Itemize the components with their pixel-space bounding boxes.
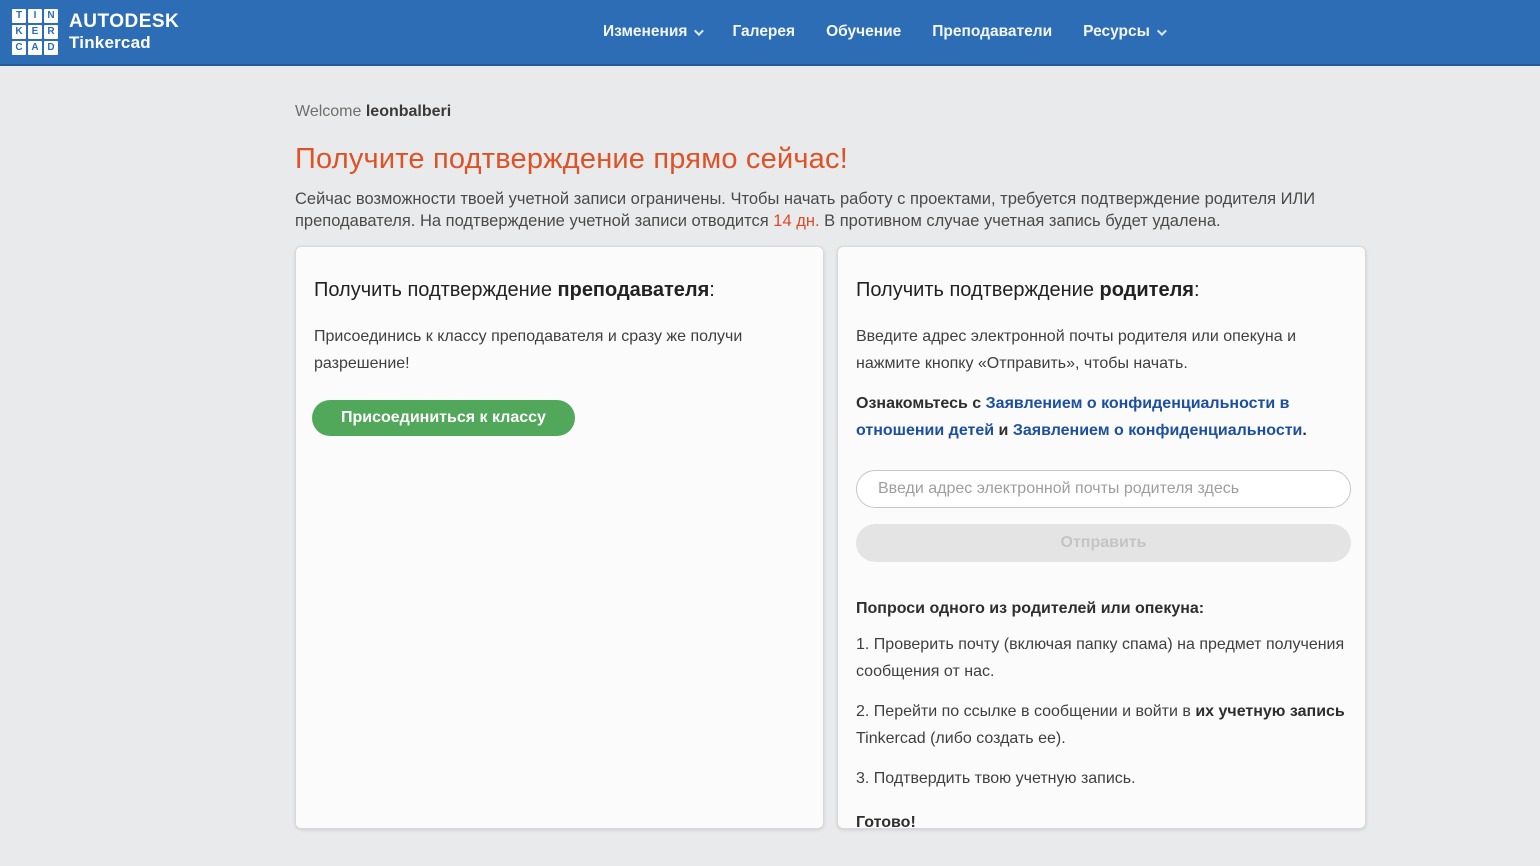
logo-tile: N bbox=[44, 9, 58, 23]
teacher-card-description: Присоединись к классу преподавателя и ср… bbox=[314, 323, 799, 377]
title-text: Получить подтверждение bbox=[314, 279, 558, 301]
logo-tile: T bbox=[12, 9, 26, 23]
page-content: Welcome leonbalberi Получите подтвержден… bbox=[0, 103, 1367, 829]
logo-tile: K bbox=[12, 25, 26, 39]
logo-tile: R bbox=[44, 25, 58, 39]
nav-item-label: Галерея bbox=[732, 23, 795, 41]
username: leonbalberi bbox=[366, 103, 451, 120]
parent-card-title: Получить подтверждение родителя: bbox=[856, 279, 1347, 302]
privacy-text: . bbox=[1302, 422, 1306, 439]
nav-item-label: Преподаватели bbox=[932, 23, 1052, 41]
step-bold-text: их учетную запись bbox=[1195, 703, 1344, 720]
logo-tile: E bbox=[28, 25, 42, 39]
nav-item-label: Обучение bbox=[826, 23, 901, 41]
intro-paragraph: Сейчас возможности твоей учетной записи … bbox=[295, 189, 1367, 232]
step-1: 1. Проверить почту (включая папку спама)… bbox=[856, 631, 1348, 685]
confirmation-cards: Получить подтверждение преподавателя: Пр… bbox=[295, 246, 1367, 829]
parent-card-description: Введите адрес электронной почты родителя… bbox=[856, 323, 1341, 377]
welcome-line: Welcome leonbalberi bbox=[295, 103, 1367, 121]
top-navbar: T I N K E R C A D AUTODESK Tinkercad Изм… bbox=[0, 0, 1540, 66]
step-text: 2. Перейти по ссылке в сообщении и войти… bbox=[856, 703, 1195, 720]
parent-confirmation-card: Получить подтверждение родителя: Введите… bbox=[837, 246, 1366, 829]
nav-item-gallery[interactable]: Галерея bbox=[732, 23, 795, 41]
nav-item-resources[interactable]: Ресурсы bbox=[1083, 23, 1164, 41]
privacy-statement-link[interactable]: Заявлением о конфиденциальности bbox=[1013, 422, 1303, 439]
brand-wordmark: AUTODESK Tinkercad bbox=[69, 11, 179, 52]
teacher-confirmation-card: Получить подтверждение преподавателя: Пр… bbox=[295, 246, 824, 829]
title-text: : bbox=[1194, 279, 1200, 301]
tinkercad-logo-icon: T I N K E R C A D bbox=[12, 9, 58, 55]
send-button[interactable]: Отправить bbox=[856, 524, 1351, 562]
title-bold-text: родителя bbox=[1100, 279, 1194, 301]
deadline-highlight: 14 дн. bbox=[773, 212, 819, 230]
privacy-statement-paragraph: Ознакомьтесь с Заявлением о конфиденциал… bbox=[856, 390, 1341, 444]
logo-tile: C bbox=[12, 41, 26, 55]
step-3: 3. Подтвердить твою учетную запись. bbox=[856, 765, 1348, 792]
nav-item-label: Ресурсы bbox=[1083, 23, 1150, 41]
parent-email-input[interactable] bbox=[856, 470, 1351, 508]
teacher-card-title: Получить подтверждение преподавателя: bbox=[314, 279, 805, 302]
steps-heading: Попроси одного из родителей или опекуна: bbox=[856, 600, 1347, 618]
logo-tile: A bbox=[28, 41, 42, 55]
title-text: : bbox=[709, 279, 715, 301]
step-text: Tinkercad (либо создать ее). bbox=[856, 730, 1066, 747]
chevron-down-icon bbox=[1157, 26, 1167, 36]
welcome-prefix: Welcome bbox=[295, 103, 366, 120]
autodesk-wordmark: AUTODESK bbox=[69, 11, 179, 33]
intro-text: В противном случае учетная запись будет … bbox=[820, 212, 1221, 230]
privacy-text: и bbox=[994, 422, 1013, 439]
tinkercad-logo[interactable]: T I N K E R C A D AUTODESK Tinkercad bbox=[12, 9, 179, 55]
title-bold-text: преподавателя bbox=[558, 279, 710, 301]
step-2: 2. Перейти по ссылке в сообщении и войти… bbox=[856, 698, 1348, 752]
nav-item-changes[interactable]: Изменения bbox=[603, 23, 701, 41]
title-text: Получить подтверждение bbox=[856, 279, 1100, 301]
logo-tile: D bbox=[44, 41, 58, 55]
nav-item-teachers[interactable]: Преподаватели bbox=[932, 23, 1052, 41]
tinkercad-wordmark: Tinkercad bbox=[69, 33, 179, 53]
nav-item-learn[interactable]: Обучение bbox=[826, 23, 901, 41]
main-navigation: Изменения Галерея Обучение Преподаватели… bbox=[603, 0, 1164, 64]
chevron-down-icon bbox=[694, 26, 704, 36]
join-class-button[interactable]: Присоединиться к классу bbox=[312, 400, 575, 436]
privacy-text: Ознакомьтесь с bbox=[856, 395, 986, 412]
page-title: Получите подтверждение прямо сейчас! bbox=[295, 143, 1367, 176]
logo-tile: I bbox=[28, 9, 42, 23]
nav-item-label: Изменения bbox=[603, 23, 687, 41]
done-text: Готово! bbox=[856, 814, 1347, 832]
